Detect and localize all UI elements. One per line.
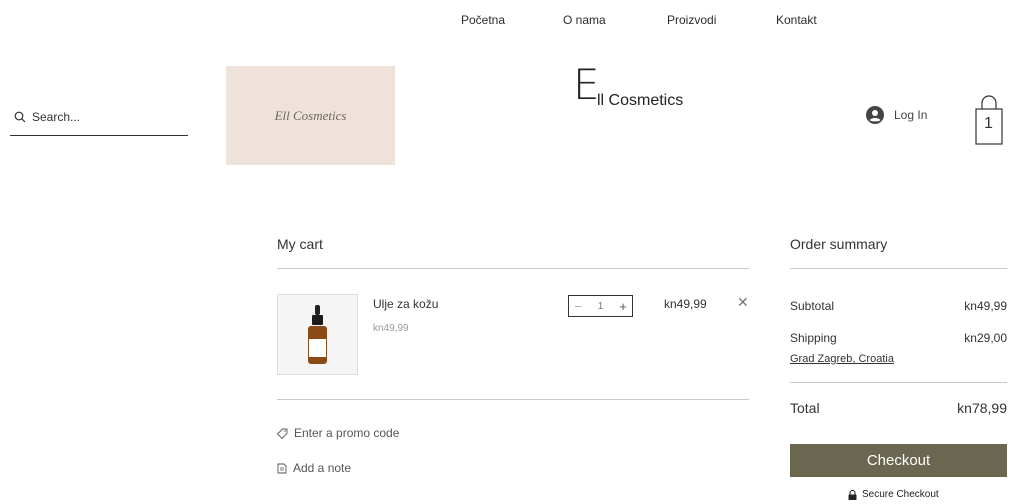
subtotal-label: Subtotal — [790, 299, 835, 313]
increase-quantity-button[interactable]: + — [614, 299, 632, 314]
search-icon[interactable] — [14, 111, 26, 123]
quantity-value[interactable]: 1 — [592, 301, 610, 312]
logo-text: Ell Cosmetics — [274, 107, 347, 123]
subtotal-value: kn49,99 — [964, 299, 1007, 313]
summary-title: Order summary — [790, 236, 888, 252]
search-input[interactable] — [32, 108, 182, 126]
cart-title: My cart — [277, 236, 323, 252]
checkout-button[interactable]: Checkout — [790, 444, 1007, 477]
cart-button[interactable]: 1 — [975, 95, 1003, 145]
nav-item-kontakt[interactable]: Kontakt — [776, 13, 817, 27]
brand-rest: ll Cosmetics — [597, 92, 684, 109]
secure-checkout-label: Secure Checkout — [862, 489, 939, 500]
nav-item-proizvodi[interactable]: Proizvodi — [667, 13, 716, 27]
promo-code-link[interactable]: Enter a promo code — [277, 426, 399, 440]
login-button[interactable]: Log In — [866, 106, 927, 124]
login-label: Log In — [894, 108, 928, 122]
line-total: kn49,99 — [664, 297, 707, 311]
nav-item-pocetna[interactable]: Početna — [461, 13, 505, 27]
add-note-link[interactable]: Add a note — [277, 461, 351, 475]
product-unit-price: kn49,99 — [373, 323, 409, 334]
divider — [790, 268, 1007, 269]
decrease-quantity-button[interactable]: − — [569, 299, 587, 314]
cart-count: 1 — [984, 115, 993, 132]
divider — [790, 382, 1007, 383]
divider — [277, 268, 749, 269]
add-note-label: Add a note — [293, 461, 352, 475]
product-name[interactable]: Ulje za kožu — [373, 297, 438, 311]
tag-icon — [277, 428, 288, 439]
product-image[interactable] — [277, 294, 358, 375]
remove-item-icon[interactable]: ✕ — [737, 294, 749, 311]
serum-bottle-icon — [308, 305, 327, 364]
divider — [277, 399, 749, 400]
user-icon — [866, 106, 884, 124]
lock-icon — [848, 489, 857, 500]
logo-image[interactable]: Ell Cosmetics — [226, 66, 395, 165]
search-bar — [10, 108, 188, 136]
note-icon — [277, 463, 287, 473]
promo-code-label: Enter a promo code — [294, 426, 400, 440]
shipping-label: Shipping — [790, 331, 837, 345]
quantity-stepper[interactable]: − 1 + — [568, 295, 633, 317]
nav-item-o-nama[interactable]: O nama — [563, 13, 606, 27]
secure-checkout: Secure Checkout — [848, 489, 939, 500]
total-value: kn78,99 — [957, 400, 1007, 416]
brand-title: E ll Cosmetics — [573, 64, 683, 110]
total-label: Total — [790, 400, 820, 416]
shipping-location-link[interactable]: Grad Zagreb, Croatia — [790, 353, 894, 365]
shipping-value: kn29,00 — [964, 331, 1007, 345]
brand-initial: E — [573, 60, 600, 109]
